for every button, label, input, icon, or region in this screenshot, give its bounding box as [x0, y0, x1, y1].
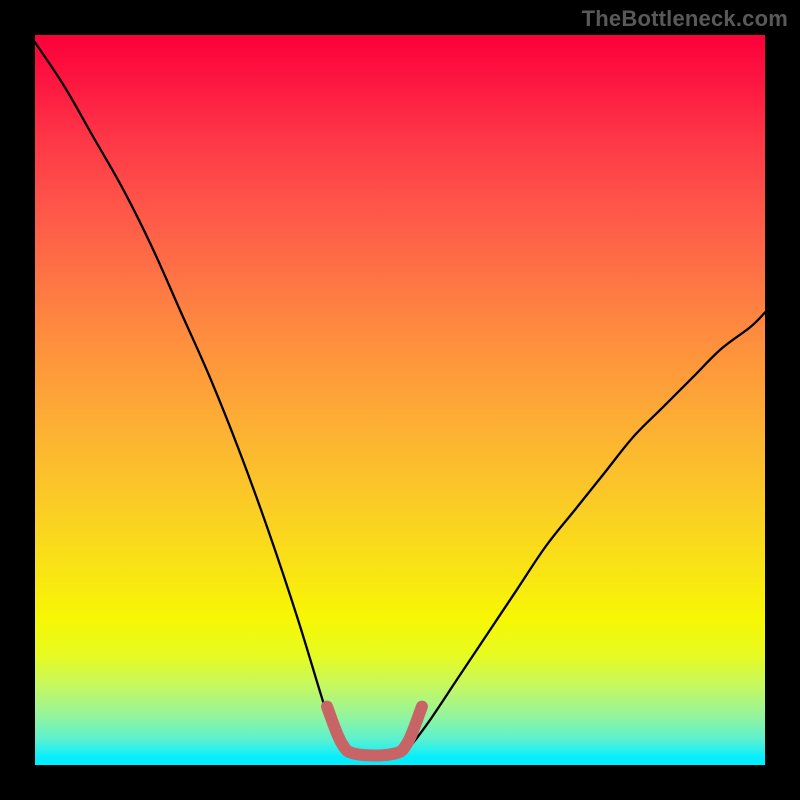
left-curve-path: [35, 42, 342, 750]
right-curve-path: [407, 312, 765, 750]
watermark-text: TheBottleneck.com: [582, 6, 788, 32]
chart-frame: TheBottleneck.com: [0, 0, 800, 800]
chart-svg: [35, 35, 765, 765]
valley-marker-path: [327, 707, 422, 756]
plot-area: [35, 35, 765, 765]
